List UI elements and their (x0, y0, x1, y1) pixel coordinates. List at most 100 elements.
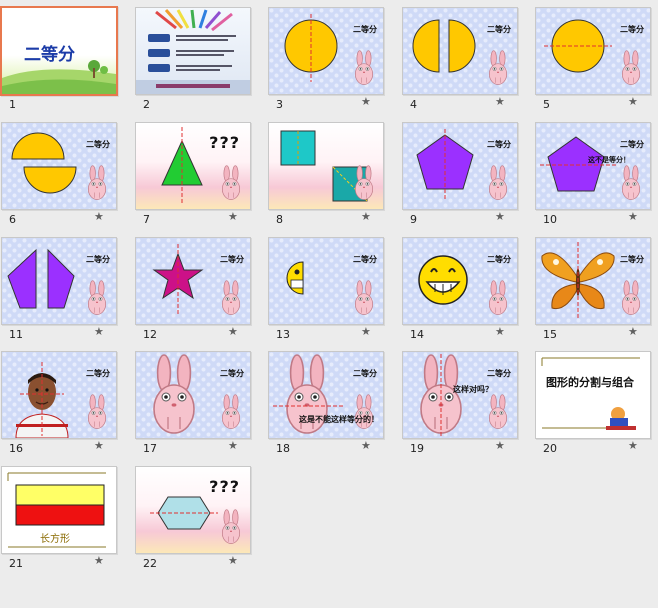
animation-star-icon[interactable]: ★ (495, 325, 505, 338)
slide-thumbnail-13[interactable]: 二等分 13 ★ (267, 230, 401, 344)
slide-preview[interactable]: 二等分 (1, 122, 117, 210)
slide-preview[interactable]: ??? (135, 122, 251, 210)
animation-star-icon[interactable]: ★ (361, 325, 371, 338)
slide-preview[interactable]: 二等分 (535, 237, 651, 325)
slide-number: 8 (276, 213, 283, 226)
slide-thumbnail-11[interactable]: 二等分 11 ★ (0, 230, 134, 344)
slide-thumbnail-6[interactable]: 二等分 6 ★ (0, 115, 134, 229)
slide-corner-label: 二等分 (353, 25, 377, 34)
slide-number: 14 (410, 328, 424, 341)
slide-thumbnail-10[interactable]: 二等分 这不是等分！ 10 ★ (534, 115, 658, 229)
slide-thumbnail-7[interactable]: ??? 7 ★ (134, 115, 268, 229)
slide-number: 18 (276, 442, 290, 455)
slide-thumbnail-9[interactable]: 二等分 9 ★ (401, 115, 535, 229)
animation-star-icon[interactable]: ★ (628, 210, 638, 223)
slide-preview[interactable]: 长方形 (1, 466, 117, 554)
slide-thumbnail-15[interactable]: 二等分 15 ★ (534, 230, 658, 344)
animation-star-icon[interactable]: ★ (228, 210, 238, 223)
slide-number: 15 (543, 328, 557, 341)
slide-number: 1 (9, 98, 16, 111)
animation-star-icon[interactable]: ★ (94, 325, 104, 338)
slide-preview[interactable]: 图形的分割与组合 (535, 351, 651, 439)
slide-thumbnail-14[interactable]: 二等分 14 ★ (401, 230, 535, 344)
bunny-icon (87, 394, 107, 429)
bunny-icon (621, 50, 641, 85)
animation-star-icon[interactable]: ★ (628, 325, 638, 338)
bunny-icon (87, 165, 107, 200)
slide-thumbnail-22[interactable]: ??? 22 ★ (134, 459, 268, 573)
animation-star-icon[interactable]: ★ (495, 439, 505, 452)
slide-preview[interactable]: 二等分 (402, 237, 518, 325)
slide-thumbnail-2[interactable]: 2 (134, 0, 268, 114)
slide-thumbnail-8[interactable]: 8 ★ (267, 115, 401, 229)
slide-corner-label: 二等分 (353, 369, 377, 378)
slide-number: 7 (143, 213, 150, 226)
slide-preview[interactable] (268, 122, 384, 210)
section-decoration (541, 357, 640, 430)
bunny-icon (488, 280, 508, 315)
animation-star-icon[interactable]: ★ (361, 95, 371, 108)
slide-preview[interactable]: 二等分 这是不能这样等分的！ (268, 351, 384, 439)
slide-corner-label: 二等分 (487, 140, 511, 149)
slide-preview[interactable] (135, 7, 251, 95)
slide-thumbnail-17[interactable]: 二等分 17 ★ (134, 344, 268, 458)
slide-number: 3 (276, 98, 283, 111)
slide-preview[interactable]: 二等分 (268, 237, 384, 325)
slide-preview[interactable]: 二等分 (135, 351, 251, 439)
slide-sorter: 二等分 1 2 二等分 3 ★ 二等分 4 ★ 二等分 5 ★ 二等分 6 ★ … (0, 0, 658, 608)
slide-thumbnail-1[interactable]: 二等分 1 (0, 0, 134, 114)
slide-corner-label: ??? (209, 133, 240, 152)
slide-preview[interactable]: 二等分 (1, 351, 117, 439)
slide-corner-label: 二等分 (487, 25, 511, 34)
slide-preview[interactable]: 二等分 (135, 237, 251, 325)
animation-star-icon[interactable]: ★ (361, 439, 371, 452)
slide-preview[interactable]: 二等分 (402, 7, 518, 95)
slide-thumbnail-21[interactable]: 长方形 21 ★ (0, 459, 134, 573)
slide-title: 二等分 (24, 45, 75, 65)
animation-star-icon[interactable]: ★ (228, 439, 238, 452)
slide-thumbnail-18[interactable]: 二等分 这是不能这样等分的！ 18 ★ (267, 344, 401, 458)
slide-number: 16 (9, 442, 23, 455)
bunny-icon (488, 394, 508, 429)
bunny-icon (488, 165, 508, 200)
slide-corner-label: 二等分 (620, 25, 644, 34)
slide-thumbnail-20[interactable]: 图形的分割与组合 20 ★ (534, 344, 658, 458)
slide-mid-label: 这不是等分！ (588, 156, 630, 164)
animation-star-icon[interactable]: ★ (94, 554, 104, 567)
animation-star-icon[interactable]: ★ (495, 210, 505, 223)
slide-thumbnail-19[interactable]: 二等分 这样对吗？ 19 ★ (401, 344, 535, 458)
animation-star-icon[interactable]: ★ (495, 95, 505, 108)
animation-star-icon[interactable]: ★ (628, 439, 638, 452)
animation-star-icon[interactable]: ★ (228, 325, 238, 338)
animation-star-icon[interactable]: ★ (628, 95, 638, 108)
slide-preview[interactable]: 二等分 (0, 6, 118, 96)
slide-number: 4 (410, 98, 417, 111)
slide-number: 22 (143, 557, 157, 570)
slide-preview[interactable]: 二等分 这样对吗？ (402, 351, 518, 439)
slide-thumbnail-12[interactable]: 二等分 12 ★ (134, 230, 268, 344)
animation-star-icon[interactable]: ★ (361, 210, 371, 223)
slide-preview[interactable]: ??? (135, 466, 251, 554)
slide-thumbnail-4[interactable]: 二等分 4 ★ (401, 0, 535, 114)
slide-preview[interactable]: 二等分 (268, 7, 384, 95)
bunny-icon (621, 165, 641, 200)
animation-star-icon[interactable]: ★ (94, 439, 104, 452)
slide-corner-label: 二等分 (220, 369, 244, 378)
bunny-icon (621, 280, 641, 315)
slide-thumbnail-3[interactable]: 二等分 3 ★ (267, 0, 401, 114)
bunny-icon (221, 509, 241, 544)
bunny-icon (87, 280, 107, 315)
slide-number: 20 (543, 442, 557, 455)
slide-corner-label: 二等分 (86, 255, 110, 264)
slide-corner-label: 二等分 (487, 255, 511, 264)
slide-preview[interactable]: 二等分 (535, 7, 651, 95)
slide-preview[interactable]: 二等分 (1, 237, 117, 325)
slide-number: 6 (9, 213, 16, 226)
slide-preview[interactable]: 二等分 (402, 122, 518, 210)
animation-star-icon[interactable]: ★ (94, 210, 104, 223)
slide-corner-label: 二等分 (86, 140, 110, 149)
slide-thumbnail-5[interactable]: 二等分 5 ★ (534, 0, 658, 114)
slide-preview[interactable]: 二等分 这不是等分！ (535, 122, 651, 210)
animation-star-icon[interactable]: ★ (228, 554, 238, 567)
slide-thumbnail-16[interactable]: 二等分 16 ★ (0, 344, 134, 458)
